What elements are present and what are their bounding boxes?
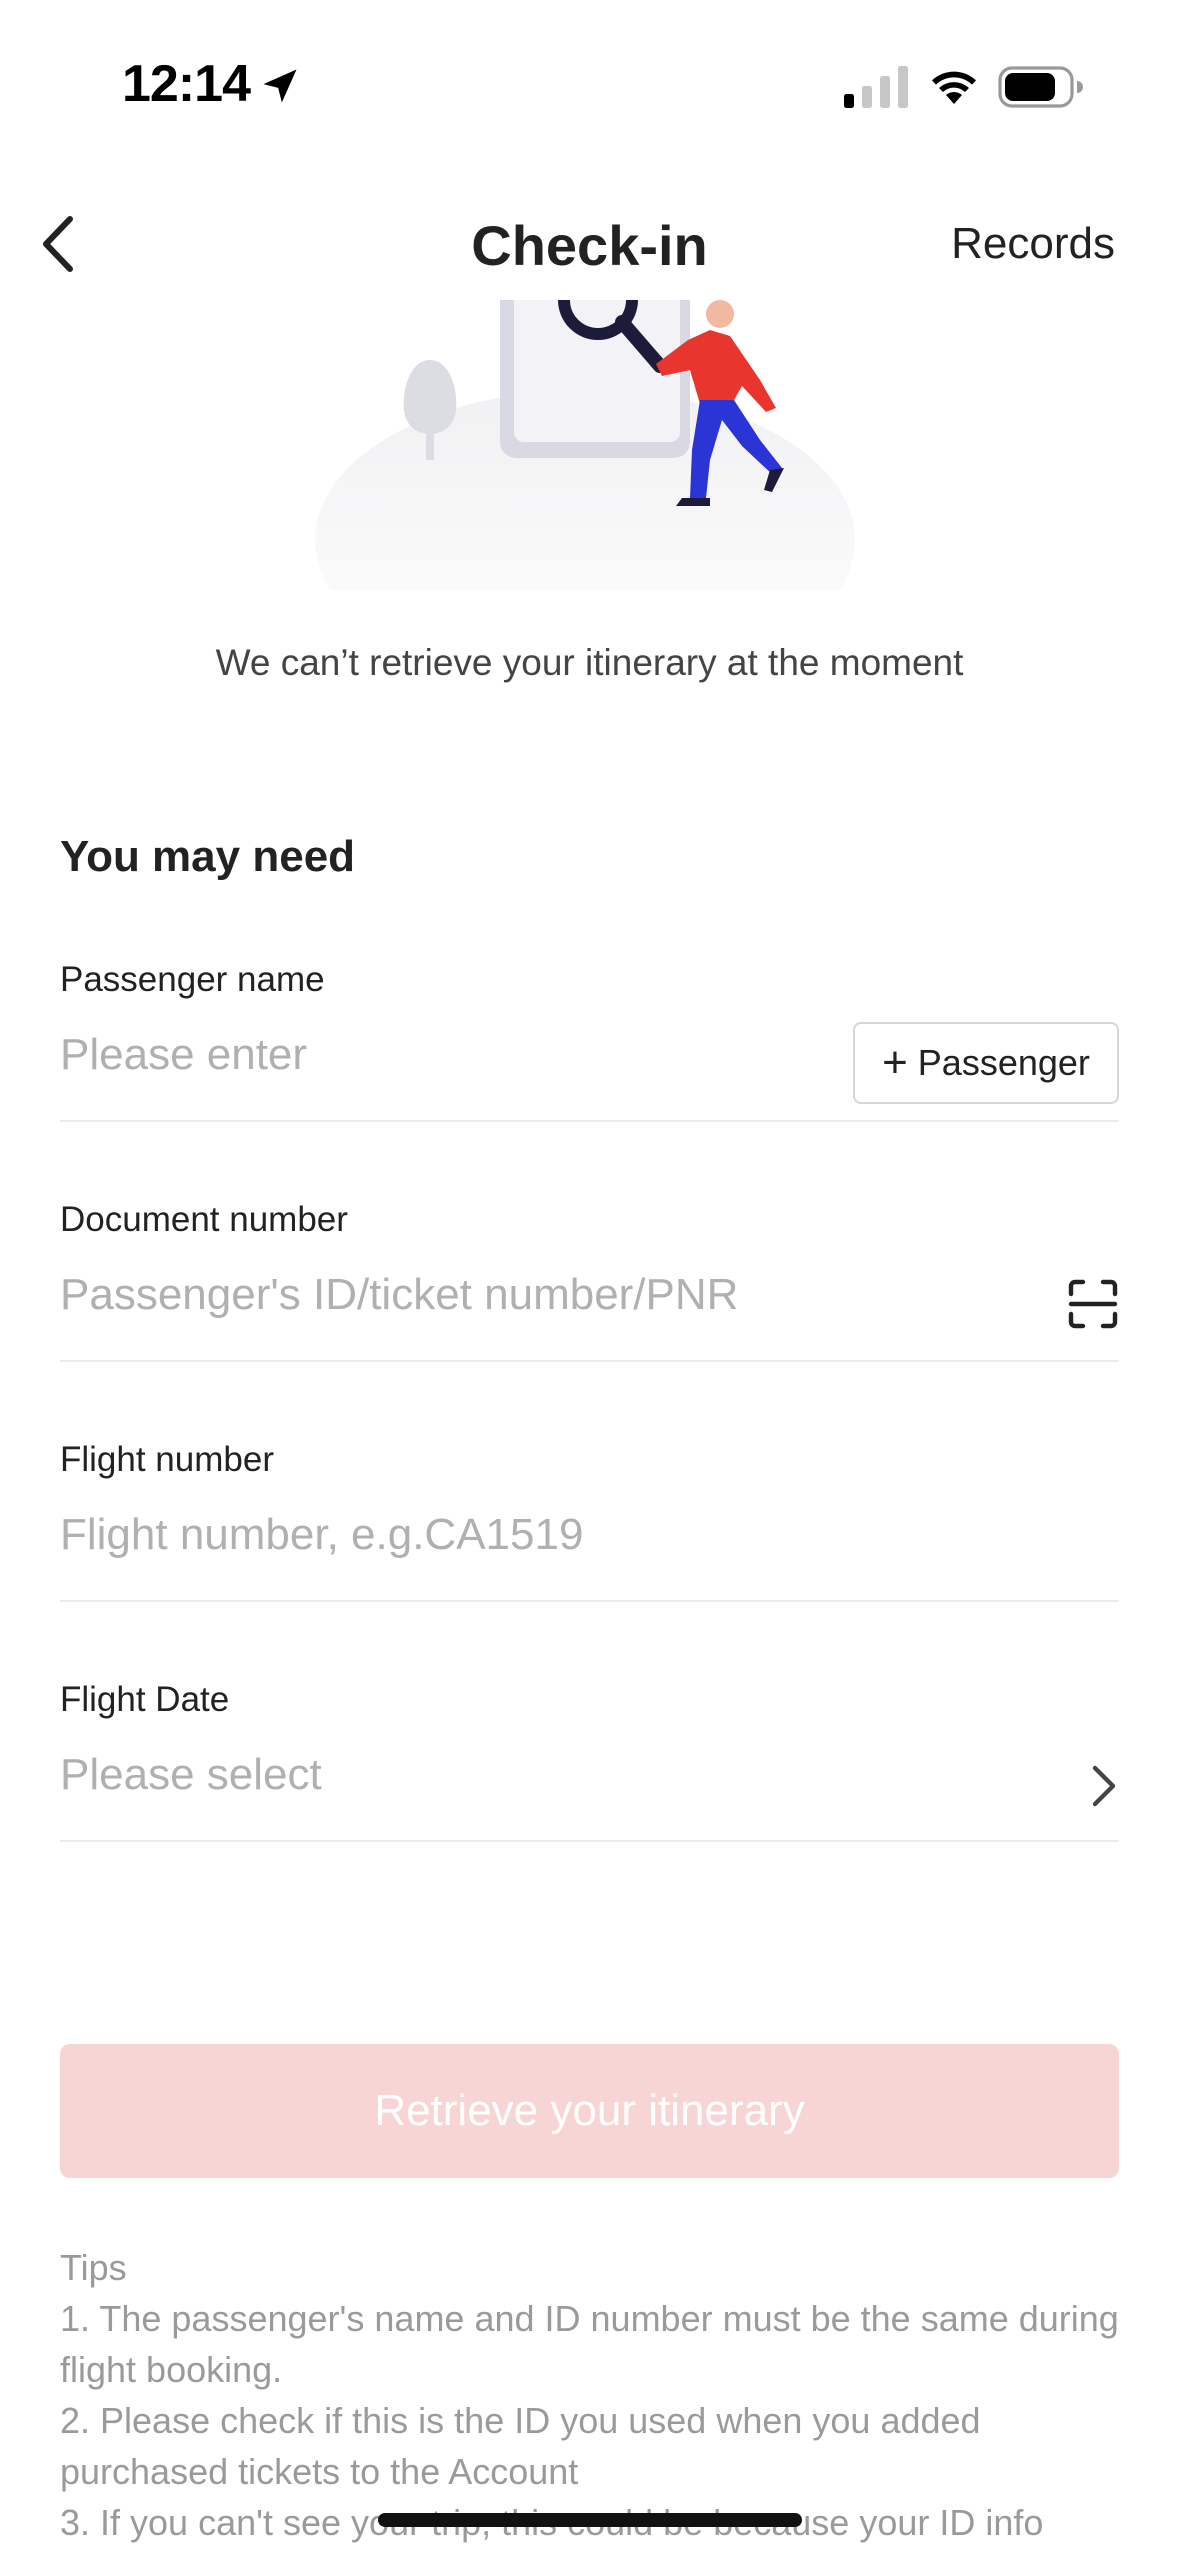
tips-title: Tips: [60, 2247, 127, 2288]
passenger-name-field: Passenger name Please enter + Passenger: [60, 960, 1119, 1122]
check-in-screen: 12:14 Check-in Records We can’t retrieve…: [0, 0, 1179, 2556]
flight-date-select[interactable]: Please select: [60, 1750, 322, 1800]
flight-date-label: Flight Date: [60, 1680, 230, 1719]
chevron-right-icon: [1092, 1765, 1116, 1807]
retrieve-itinerary-button[interactable]: Retrieve your itinerary: [60, 2044, 1119, 2178]
location-arrow-icon: [263, 69, 297, 103]
empty-state-message: We can’t retrieve your itinerary at the …: [215, 642, 964, 683]
flight-number-input[interactable]: Flight number, e.g.CA1519: [60, 1510, 583, 1560]
scan-icon[interactable]: [1067, 1278, 1119, 1330]
document-number-label: Document number: [60, 1200, 348, 1239]
nav-bar: Check-in Records: [0, 195, 1179, 295]
add-passenger-label: Passenger: [917, 1042, 1090, 1083]
searching-person-illustration: [315, 300, 855, 590]
section-title: You may need: [60, 832, 356, 881]
battery-icon: [998, 66, 1083, 108]
tips-section: Tips 1. The passenger's name and ID numb…: [60, 2242, 1120, 2548]
document-number-field: Document number Passenger's ID/ticket nu…: [60, 1200, 1119, 1362]
flight-number-field: Flight number Flight number, e.g.CA1519: [60, 1440, 1119, 1602]
add-passenger-button[interactable]: + Passenger: [853, 1022, 1119, 1104]
status-bar: 12:14: [0, 0, 1179, 175]
tip-item: 1. The passenger's name and ID number mu…: [60, 2298, 1119, 2390]
records-link[interactable]: Records: [951, 219, 1115, 269]
tip-item: 2. Please check if this is the ID you us…: [60, 2400, 981, 2492]
cellular-signal-icon: [844, 66, 908, 108]
document-number-input[interactable]: Passenger's ID/ticket number/PNR: [60, 1270, 738, 1320]
plus-icon: +: [882, 1038, 908, 1087]
flight-number-label: Flight number: [60, 1440, 274, 1479]
home-indicator[interactable]: [378, 2513, 802, 2527]
status-time: 12:14: [122, 55, 251, 113]
wifi-icon: [932, 71, 976, 104]
passenger-name-input[interactable]: Please enter: [60, 1030, 307, 1080]
passenger-name-label: Passenger name: [60, 960, 325, 999]
flight-date-field[interactable]: Flight Date Please select: [60, 1680, 1119, 1842]
